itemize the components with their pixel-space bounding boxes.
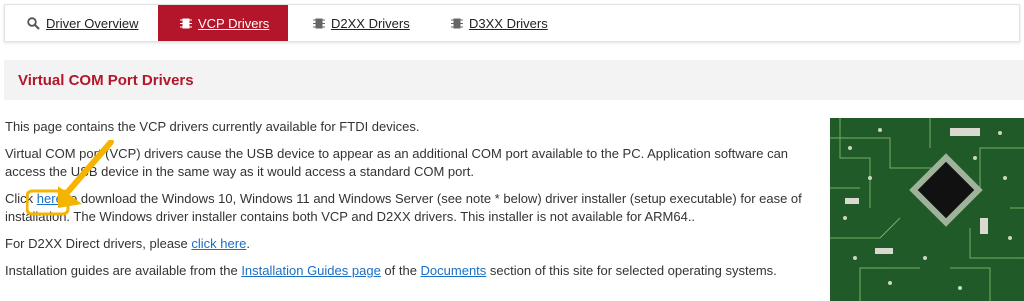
text-span: . — [246, 236, 250, 251]
chip-icon — [313, 17, 325, 30]
chip-icon — [180, 17, 192, 30]
driver-tabs: Driver Overview VCP Drivers D2XX Drivers… — [4, 4, 1020, 42]
search-icon — [27, 16, 40, 30]
d2xx-paragraph: For D2XX Direct drivers, please click he… — [5, 235, 805, 253]
intro-paragraph: This page contains the VCP drivers curre… — [5, 119, 420, 134]
circuit-board-image — [830, 118, 1024, 301]
installation-guides-paragraph: Installation guides are available from t… — [5, 262, 805, 280]
text-span: For D2XX Direct drivers, please — [5, 236, 192, 251]
text-span: Installation guides are available from t… — [5, 263, 242, 278]
tab-d3xx-drivers[interactable]: D3XX Drivers — [427, 5, 567, 41]
text-span: of the — [380, 263, 421, 278]
documents-link[interactable]: Documents — [421, 263, 487, 278]
tab-label: VCP Drivers — [198, 15, 270, 31]
tab-d2xx-drivers[interactable]: D2XX Drivers — [288, 5, 427, 41]
tab-label: D3XX Drivers — [469, 15, 548, 31]
tab-vcp-drivers[interactable]: VCP Drivers — [158, 5, 288, 41]
chip-icon — [451, 17, 463, 30]
page-title-banner: Virtual COM Port Drivers — [4, 60, 1024, 100]
page-title: Virtual COM Port Drivers — [18, 71, 194, 89]
tab-driver-overview[interactable]: Driver Overview — [5, 5, 158, 41]
installation-guides-link[interactable]: Installation Guides page — [241, 263, 380, 278]
click-here-link[interactable]: click here — [191, 236, 246, 251]
highlight-arrow-annotation — [26, 140, 114, 216]
tab-label: D2XX Drivers — [331, 15, 410, 31]
text-span: section of this site for selected operat… — [486, 263, 777, 278]
tab-label: Driver Overview — [46, 15, 139, 31]
